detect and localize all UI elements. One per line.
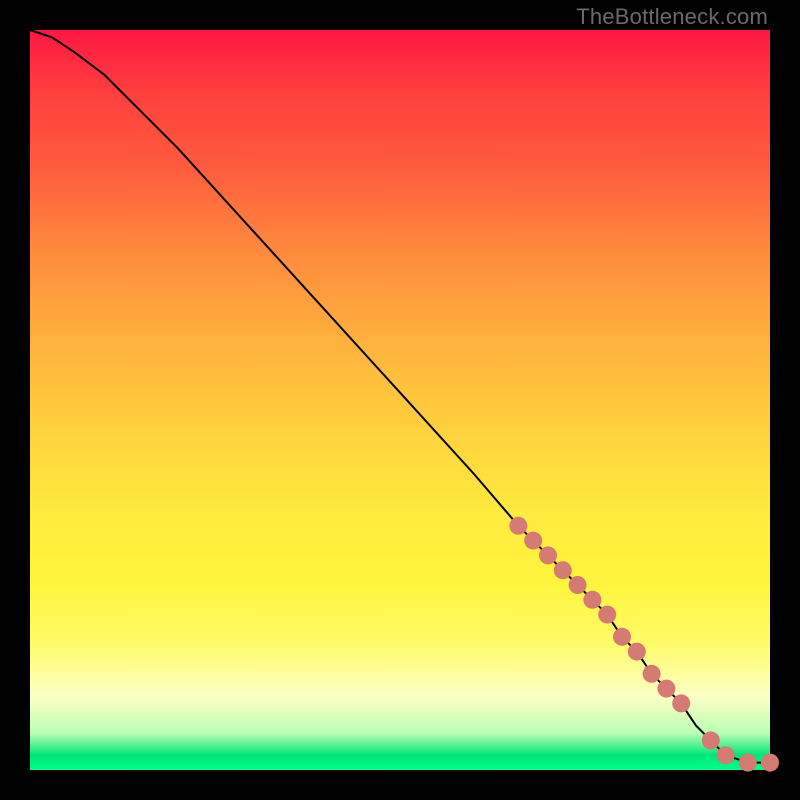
chart-svg	[30, 30, 770, 770]
highlight-dot	[761, 754, 779, 772]
highlight-dot	[613, 628, 631, 646]
highlight-dot	[739, 754, 757, 772]
highlight-dot	[717, 746, 735, 764]
highlight-dot	[554, 561, 572, 579]
chart-container: TheBottleneck.com	[0, 0, 800, 800]
highlight-dot	[539, 546, 557, 564]
highlight-dot	[702, 731, 720, 749]
highlight-dot	[657, 680, 675, 698]
bottleneck-curve	[30, 30, 770, 763]
highlight-dot	[672, 694, 690, 712]
highlight-dot	[643, 665, 661, 683]
highlight-dot	[524, 532, 542, 550]
highlight-dot	[569, 576, 587, 594]
highlight-dots-group	[509, 517, 779, 772]
highlight-dot	[583, 591, 601, 609]
highlight-dot	[509, 517, 527, 535]
highlight-dot	[628, 643, 646, 661]
watermark-text: TheBottleneck.com	[576, 4, 768, 30]
plot-area	[30, 30, 770, 770]
highlight-dot	[598, 606, 616, 624]
